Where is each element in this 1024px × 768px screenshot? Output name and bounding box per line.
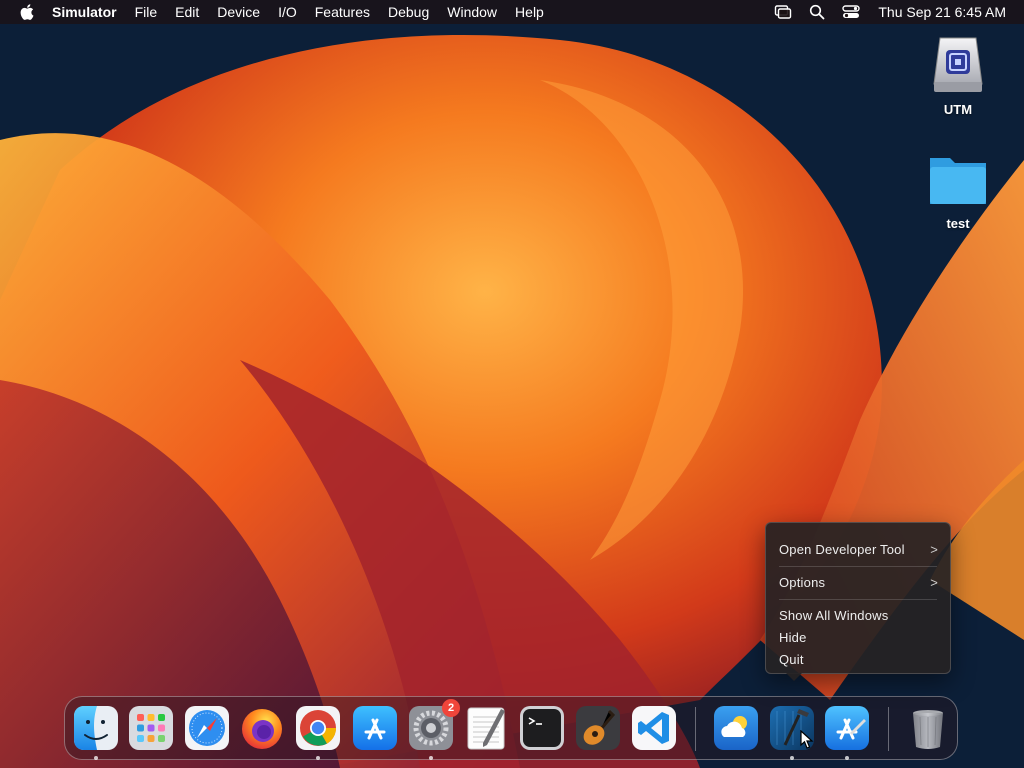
dock-app-safari[interactable] [184,705,230,751]
apple-menu-icon[interactable] [20,4,34,20]
menu-window[interactable]: Window [438,0,506,24]
chevron-right-icon: > [930,542,938,557]
menu-file[interactable]: File [126,0,167,24]
menu-features[interactable]: Features [306,0,379,24]
running-indicator [94,756,98,760]
textedit-icon [467,707,505,750]
dock-app-terminal[interactable] [519,705,565,751]
spotlight-search-icon[interactable] [808,3,826,21]
menu-item-label: Options [779,575,826,590]
menu-item-options[interactable]: Options > [766,573,950,593]
dock-app-textedit[interactable] [463,705,509,751]
dock-app-chrome[interactable] [295,705,341,751]
dock-app-launchpad[interactable] [128,705,174,751]
desktop-icon-test[interactable]: test [918,148,998,231]
garageband-icon [576,706,620,750]
running-indicator [316,756,320,760]
menu-separator [779,566,937,567]
app-store-icon [353,706,397,750]
mouse-cursor-icon [800,729,814,755]
dock-app-garageband[interactable] [575,705,621,751]
desktop-icon-label: UTM [943,102,973,117]
terminal-icon [520,706,564,750]
menu-item-hide[interactable]: Hide [766,628,950,648]
weather-icon [714,706,758,750]
finder-icon [74,706,118,750]
menu-item-label: Open Developer Tool [779,542,905,557]
desktop-icon-utm[interactable]: UTM [918,34,998,117]
dock-app-vscode[interactable] [631,705,677,751]
dock-app-simulator[interactable] [824,705,870,751]
running-indicator [790,756,794,760]
dock-app-app-store[interactable] [352,705,398,751]
menu-help[interactable]: Help [506,0,553,24]
dock-app-trash[interactable] [905,705,951,751]
dock-separator [888,707,889,751]
running-indicator [845,756,849,760]
control-center-icon[interactable] [842,3,861,21]
dock-app-system-settings[interactable]: 2 [408,699,460,751]
dock-context-menu: Open Developer Tool > Options > Show All… [765,522,951,681]
menu-debug[interactable]: Debug [379,0,438,24]
menu-item-show-all-windows[interactable]: Show All Windows [766,606,950,626]
menu-item-quit[interactable]: Quit [766,650,950,670]
dock-app-firefox[interactable] [239,705,285,751]
dock: 2 [64,696,958,760]
disk-drive-icon [926,34,990,98]
menu-edit[interactable]: Edit [166,0,208,24]
menu-bar-status-area: Thu Sep 21 6:45 AM [774,3,1024,21]
chevron-right-icon: > [930,575,938,590]
menu-item-open-developer-tool[interactable]: Open Developer Tool > [766,540,950,560]
firefox-icon [242,709,282,749]
chrome-icon [296,706,340,750]
menu-io[interactable]: I/O [269,0,306,24]
safari-icon [185,706,229,750]
folder-icon [926,148,990,212]
simulator-icon [825,706,869,750]
screen-mirroring-icon[interactable] [774,3,792,21]
dock-separator [695,707,696,751]
dock-app-finder[interactable] [73,705,119,751]
dock-app-weather[interactable] [713,705,759,751]
menu-bar: Simulator File Edit Device I/O Features … [0,0,1024,24]
menu-app-name[interactable]: Simulator [52,0,126,24]
menu-separator [779,599,937,600]
notification-badge: 2 [442,699,460,717]
menu-device[interactable]: Device [208,0,269,24]
trash-icon [913,710,943,749]
desktop-icon-label: test [946,216,970,231]
menu-bar-clock[interactable]: Thu Sep 21 6:45 AM [878,4,1006,20]
vscode-icon [632,706,676,750]
launchpad-icon [129,706,173,750]
running-indicator [429,756,433,760]
